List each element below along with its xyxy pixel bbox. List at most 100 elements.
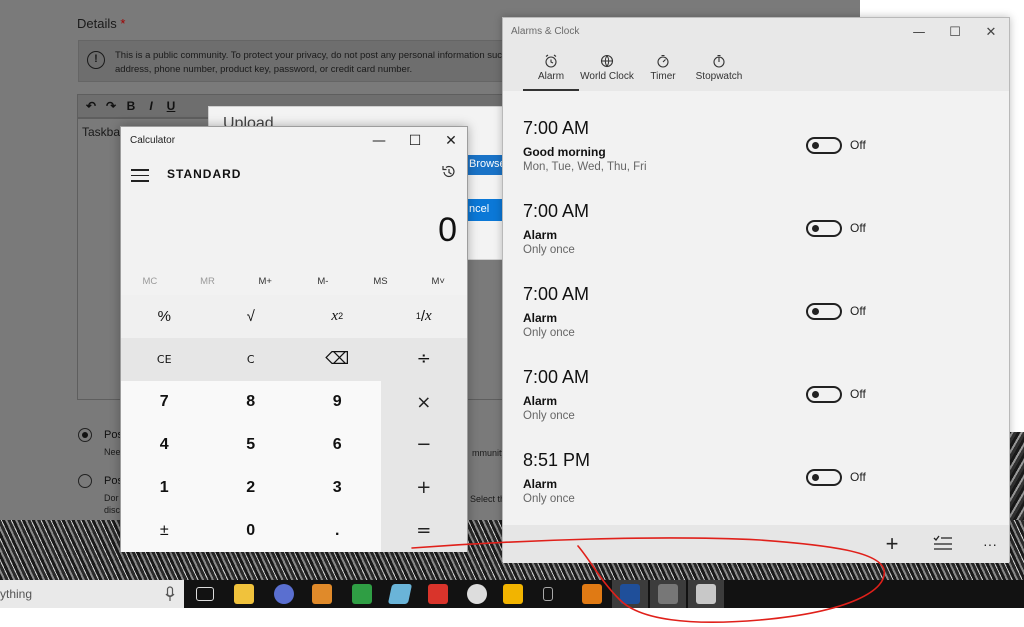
memory-recall-button[interactable]: MR <box>179 269 237 295</box>
digit-9-button[interactable]: 9 <box>294 380 381 424</box>
alarm-item[interactable]: 8:51 PM Alarm Only once Off <box>523 450 993 530</box>
alarms-titlebar: Alarms & Clock — ☐ ✕ <box>503 18 1009 48</box>
divide-button[interactable]: ÷ <box>380 337 467 381</box>
memory-clear-button[interactable]: MC <box>121 269 179 295</box>
alarm-toggle[interactable] <box>806 137 842 154</box>
alarm-toggle[interactable] <box>806 469 842 486</box>
digit-6-button[interactable]: 6 <box>294 423 381 467</box>
calc-maximize-button[interactable]: ☐ <box>397 129 433 153</box>
plus-button[interactable]: + <box>380 466 467 510</box>
clear-entry-button[interactable]: CE <box>121 337 208 381</box>
alarm-time: 7:00 AM <box>523 284 590 304</box>
privacy-notice-text: This is a public community. To protect y… <box>115 50 503 75</box>
notes-app-icon[interactable] <box>387 584 413 604</box>
microphone-icon[interactable] <box>164 586 176 602</box>
phone-app-icon[interactable] <box>543 587 553 601</box>
digit-5-button[interactable]: 5 <box>207 423 294 467</box>
square-button[interactable]: x2 <box>294 295 381 338</box>
tab-timer[interactable]: Timer <box>643 54 683 91</box>
alarm-repeat-days: Mon, Tue, Wed, Thu, Fri <box>523 161 647 173</box>
digit-1-button[interactable]: 1 <box>121 466 208 510</box>
alarm-toggle[interactable] <box>806 220 842 237</box>
digit-2-button[interactable]: 2 <box>207 466 294 510</box>
taskbar: ything <box>0 580 1024 608</box>
alarm-toggle[interactable] <box>806 303 842 320</box>
alarm-toggle-label: Off <box>850 387 866 401</box>
alarm-item[interactable]: 7:00 AM Good morning Mon, Tue, Wed, Thu,… <box>523 118 993 198</box>
taskbar-search-box[interactable]: ything <box>0 580 184 608</box>
desktop-wallpaper-edge <box>1008 432 1024 520</box>
browser-icon[interactable] <box>274 584 294 604</box>
media-player-icon[interactable] <box>312 584 332 604</box>
digit-3-button[interactable]: 3 <box>294 466 381 510</box>
backspace-icon[interactable]: ⌫ <box>294 337 381 381</box>
digit-8-button[interactable]: 8 <box>207 380 294 424</box>
digit-0-button[interactable]: 0 <box>207 509 294 552</box>
calc-minimize-button[interactable]: — <box>361 129 397 153</box>
alarm-repeat-days: Only once <box>523 327 575 339</box>
more-options-button[interactable]: ··· <box>975 531 1005 557</box>
tab-alarm-label: Alarm <box>537 71 565 82</box>
digit-4-button[interactable]: 4 <box>121 423 208 467</box>
add-alarm-button[interactable]: + <box>877 531 907 557</box>
underline-icon[interactable]: U <box>164 99 178 113</box>
multiply-button[interactable]: × <box>380 380 467 424</box>
alarm-item[interactable]: 7:00 AM Alarm Only once Off <box>523 284 993 364</box>
equals-button[interactable]: = <box>380 509 467 552</box>
clear-button[interactable]: C <box>207 337 294 381</box>
window-taskbar-icon[interactable] <box>658 584 678 604</box>
memory-list-button[interactable]: M˅ <box>409 269 467 295</box>
post-type-radio-question[interactable] <box>78 428 92 442</box>
decimal-button[interactable]: . <box>294 509 381 552</box>
alarms-taskbar-icon[interactable] <box>620 584 640 604</box>
close-button[interactable]: ✕ <box>973 22 1009 44</box>
radio-option-2-sub: Dor <box>104 493 119 503</box>
calc-close-button[interactable]: ✕ <box>433 129 469 153</box>
memory-subtract-button[interactable]: M- <box>294 269 352 295</box>
vlc-icon[interactable] <box>582 584 602 604</box>
italic-icon[interactable]: I <box>144 99 158 113</box>
tab-stopwatch[interactable]: Stopwatch <box>693 54 745 91</box>
timer-icon <box>657 54 669 68</box>
tab-alarm[interactable]: Alarm <box>523 54 579 91</box>
tab-world-clock[interactable]: World Clock <box>579 54 635 91</box>
bold-icon[interactable]: B <box>124 99 138 113</box>
alarms-window-title: Alarms & Clock <box>511 26 580 37</box>
alarm-name: Alarm <box>523 477 558 491</box>
calculator-taskbar-icon[interactable] <box>696 584 716 604</box>
alarm-repeat-days: Only once <box>523 493 575 505</box>
reciprocal-button[interactable]: 1/x <box>380 295 467 338</box>
alarm-toggle[interactable] <box>806 386 842 403</box>
hamburger-menu-icon[interactable] <box>131 169 149 183</box>
select-alarms-icon[interactable] <box>932 535 954 553</box>
file-explorer-icon[interactable] <box>234 584 254 604</box>
minimize-button[interactable]: — <box>901 22 937 44</box>
redo-icon[interactable]: ↷ <box>104 99 118 113</box>
webcam-app-icon[interactable] <box>467 584 487 604</box>
alarm-item[interactable]: 7:00 AM Alarm Only once Off <box>523 367 993 447</box>
post-type-radio-discussion[interactable] <box>78 474 92 488</box>
radio-option-2-sub2: disc <box>104 505 121 515</box>
negate-button[interactable]: ± <box>121 509 208 552</box>
task-view-icon[interactable] <box>196 587 214 601</box>
minus-button[interactable]: − <box>380 423 467 467</box>
sticky-app-icon[interactable] <box>503 584 523 604</box>
calculator-window: Calculator — ☐ ✕ STANDARD 0 MC MR M+ M- … <box>120 126 468 552</box>
undo-icon[interactable]: ↶ <box>84 99 98 113</box>
alarm-toggle-label: Off <box>850 470 866 484</box>
history-icon[interactable] <box>441 164 457 180</box>
alarm-time: 7:00 AM <box>523 118 590 138</box>
alarm-time: 7:00 AM <box>523 201 590 221</box>
red-app-icon[interactable] <box>428 584 448 604</box>
square-root-button[interactable]: √ <box>207 295 294 338</box>
video-app-icon[interactable] <box>352 584 372 604</box>
info-icon: ! <box>87 51 105 69</box>
memory-store-button[interactable]: MS <box>352 269 410 295</box>
maximize-button[interactable]: ☐ <box>937 22 973 44</box>
select-fragment: Select th <box>470 494 506 504</box>
digit-7-button[interactable]: 7 <box>121 380 208 424</box>
alarm-item[interactable]: 7:00 AM Alarm Only once Off <box>523 201 993 281</box>
percent-button[interactable]: % <box>121 295 208 338</box>
editor-text: Taskbar <box>82 125 125 139</box>
memory-add-button[interactable]: M+ <box>236 269 294 295</box>
